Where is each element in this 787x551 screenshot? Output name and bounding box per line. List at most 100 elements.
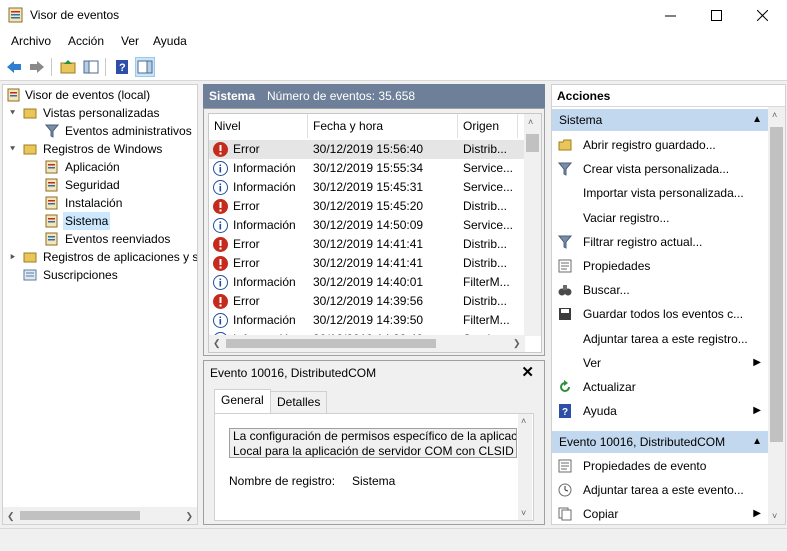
datetime-cell: 30/12/2019 14:41:41 xyxy=(313,237,424,251)
help-button[interactable]: ? xyxy=(112,57,132,77)
tree-horizontal-scrollbar[interactable]: ❮ ❯ xyxy=(3,507,197,524)
column-header-level[interactable]: Nivel xyxy=(209,114,308,138)
event-list-horizontal-scrollbar[interactable]: ❮ ❯ xyxy=(209,335,525,352)
action-item[interactable]: ? Ayuda ▶ xyxy=(552,399,768,423)
scroll-thumb[interactable] xyxy=(226,339,436,348)
table-row[interactable]: Información 30/12/2019 14:50:09 Service... xyxy=(209,216,525,235)
scroll-right-icon[interactable]: ❯ xyxy=(513,338,521,349)
action-item[interactable]: Crear vista personalizada... xyxy=(552,157,768,181)
actions-section-system[interactable]: Sistema ▲ xyxy=(552,109,768,131)
actions-pane: Acciones Sistema ▲ Abrir registro guarda… xyxy=(551,84,786,525)
tree-item-system[interactable]: Sistema xyxy=(3,212,197,230)
scroll-up-icon[interactable]: ˄ xyxy=(528,117,533,127)
menu-ver[interactable]: Ver xyxy=(121,34,139,48)
tree-item-windows-logs[interactable]: ⯆ Registros de Windows xyxy=(3,140,197,158)
log-icon xyxy=(45,196,59,210)
scroll-thumb[interactable] xyxy=(526,134,539,152)
table-row[interactable]: Error 30/12/2019 15:45:20 Distrib... xyxy=(209,197,525,216)
action-item[interactable]: Importar vista personalizada... xyxy=(552,181,768,205)
column-header-datetime[interactable]: Fecha y hora xyxy=(308,114,458,138)
scroll-right-icon[interactable]: ❯ xyxy=(185,511,193,522)
tab-general[interactable]: General xyxy=(214,389,271,413)
source-cell: Service... xyxy=(463,161,514,175)
scroll-up-icon[interactable]: ˄ xyxy=(772,110,777,120)
scroll-left-icon[interactable]: ❮ xyxy=(213,338,221,349)
chevron-down-icon[interactable]: ⯆ xyxy=(9,104,19,122)
close-detail-icon[interactable]: ✕ xyxy=(521,363,534,381)
log-icon xyxy=(45,232,59,246)
source-cell: Distrib... xyxy=(463,199,508,213)
submenu-arrow-icon: ▶ xyxy=(753,356,761,368)
tree-item-application[interactable]: Aplicación xyxy=(3,158,197,176)
actions-vertical-scrollbar[interactable]: ˄ ˅ xyxy=(768,107,785,524)
table-row[interactable]: Información 30/12/2019 15:45:31 Service... xyxy=(209,178,525,197)
action-item[interactable]: Propiedades de evento xyxy=(552,454,768,478)
detail-vertical-scrollbar[interactable]: ˄ ˅ xyxy=(518,414,532,520)
column-header-source[interactable]: Origen xyxy=(458,114,518,138)
table-row[interactable]: Error 30/12/2019 14:41:41 Distrib... xyxy=(209,235,525,254)
action-label: Vaciar registro... xyxy=(583,210,670,225)
submenu-arrow-icon: ▶ xyxy=(753,405,761,417)
show-hide-action-pane-button[interactable] xyxy=(135,57,155,77)
actions-section-event[interactable]: Evento 10016, DistributedCOM ▲ xyxy=(552,431,768,453)
action-item[interactable]: Propiedades xyxy=(552,254,768,278)
collapse-icon[interactable]: ▲ xyxy=(752,109,762,131)
chevron-right-icon[interactable]: ⯈ xyxy=(9,248,19,266)
tree-item-event-viewer-local[interactable]: Visor de eventos (local) xyxy=(3,86,197,104)
chevron-down-icon[interactable]: ⯆ xyxy=(9,140,19,158)
tree-item-admin-events[interactable]: Eventos administrativos xyxy=(3,122,197,140)
menu-accion[interactable]: Acción xyxy=(68,34,104,48)
close-button[interactable] xyxy=(739,0,785,30)
show-hide-tree-button[interactable] xyxy=(81,57,101,77)
menu-ayuda[interactable]: Ayuda xyxy=(153,34,187,48)
info-icon xyxy=(213,161,228,176)
event-description[interactable]: La configuración de permisos específico … xyxy=(229,428,517,458)
help-icon: ? xyxy=(558,404,572,419)
action-item[interactable]: Actualizar xyxy=(552,375,768,399)
tree-item-subscriptions[interactable]: Suscripciones xyxy=(3,266,197,284)
scroll-thumb[interactable] xyxy=(20,511,140,520)
table-row[interactable]: Error 30/12/2019 14:39:56 Distrib... xyxy=(209,292,525,311)
table-row[interactable]: Información 30/12/2019 14:40:01 FilterM... xyxy=(209,273,525,292)
table-row[interactable]: Error 30/12/2019 14:41:41 Distrib... xyxy=(209,254,525,273)
action-item[interactable]: Copiar ▶ xyxy=(552,502,768,524)
console-tree[interactable]: Visor de eventos (local) ⯆ Vistas person… xyxy=(2,84,198,525)
action-item[interactable]: Ver ▶ xyxy=(552,351,768,375)
tree-item-setup[interactable]: Instalación xyxy=(3,194,197,212)
tree-item-app-service-logs[interactable]: ⯈ Registros de aplicaciones y s xyxy=(3,248,197,266)
table-row[interactable]: Información 30/12/2019 15:55:34 Service... xyxy=(209,159,525,178)
action-item[interactable]: Guardar todos los eventos c... xyxy=(552,302,768,326)
forward-button[interactable] xyxy=(27,57,47,77)
maximize-button[interactable] xyxy=(693,0,739,30)
title-bar: Visor de eventos xyxy=(0,0,787,30)
scroll-up-icon[interactable]: ˄ xyxy=(521,416,526,426)
collapse-icon[interactable]: ▲ xyxy=(752,431,762,453)
action-item[interactable]: Adjuntar tarea a este registro... xyxy=(552,327,768,351)
scroll-left-icon[interactable]: ❮ xyxy=(7,511,15,522)
tab-details[interactable]: Detalles xyxy=(270,391,328,413)
back-button[interactable] xyxy=(4,57,24,77)
svg-text:?: ? xyxy=(119,62,126,74)
tree-item-custom-views[interactable]: ⯆ Vistas personalizadas xyxy=(3,104,197,122)
event-list[interactable]: Nivel Fecha y hora Origen Error 30/12/201… xyxy=(208,113,542,353)
scroll-down-icon[interactable]: ˅ xyxy=(521,508,526,518)
action-item[interactable]: Filtrar registro actual... xyxy=(552,230,768,254)
scroll-thumb[interactable] xyxy=(770,127,783,442)
table-row[interactable]: Error 30/12/2019 15:56:40 Distrib... xyxy=(209,140,525,159)
up-folder-button[interactable] xyxy=(58,57,78,77)
table-row[interactable]: Información 30/12/2019 14:39:50 FilterM... xyxy=(209,311,525,330)
event-list-vertical-scrollbar[interactable]: ˄ xyxy=(524,114,541,336)
toolbar: ? xyxy=(0,53,787,81)
minimize-button[interactable] xyxy=(647,0,693,30)
tree-item-forwarded-events[interactable]: Eventos reenviados xyxy=(3,230,197,248)
info-icon xyxy=(213,180,228,195)
datetime-cell: 30/12/2019 15:45:20 xyxy=(313,199,424,213)
action-item[interactable]: Abrir registro guardado... xyxy=(552,133,768,157)
action-item[interactable]: Vaciar registro... xyxy=(552,206,768,230)
tree-item-security[interactable]: Seguridad xyxy=(3,176,197,194)
action-item[interactable]: Adjuntar tarea a este evento... xyxy=(552,478,768,502)
status-bar xyxy=(0,528,787,551)
menu-archivo[interactable]: Archivo xyxy=(11,34,51,48)
scroll-down-icon[interactable]: ˅ xyxy=(772,511,777,521)
action-item[interactable]: Buscar... xyxy=(552,278,768,302)
